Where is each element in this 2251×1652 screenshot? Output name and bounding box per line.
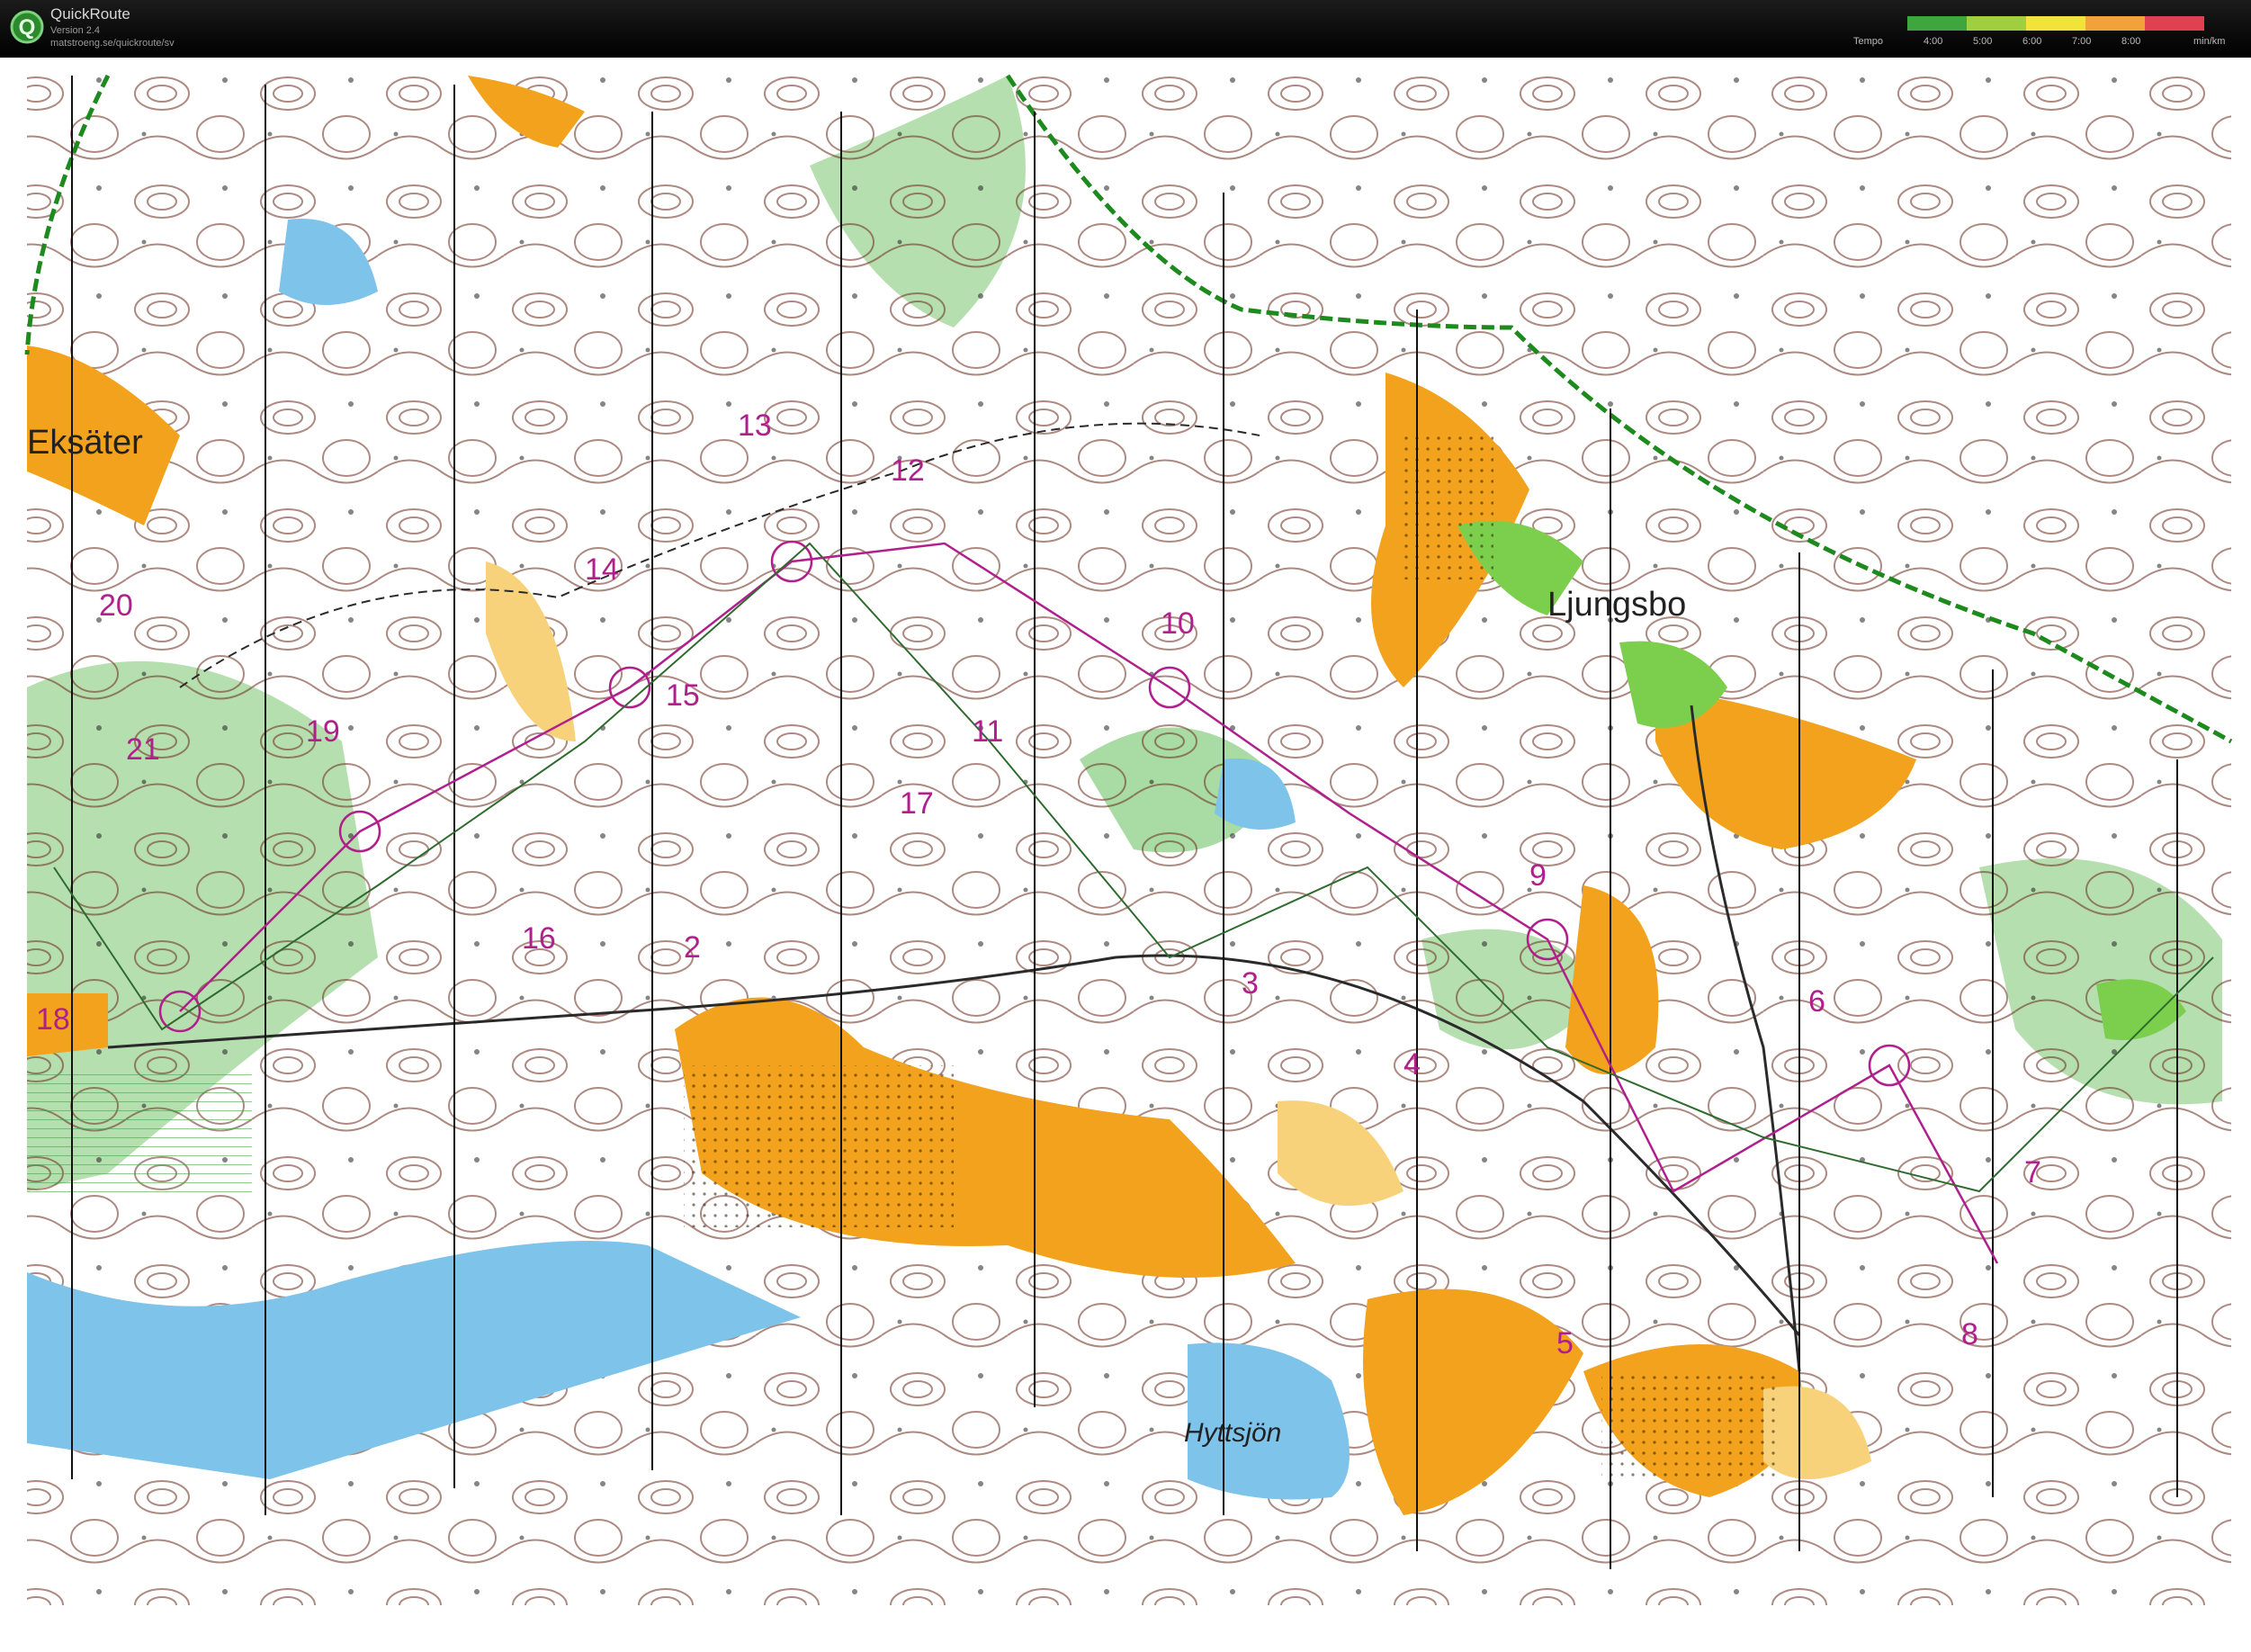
app-name: QuickRoute [50, 5, 130, 22]
legend-tick: 6:00 [2022, 36, 2042, 47]
control-number: 21 [126, 732, 160, 767]
svg-text:Q: Q [19, 15, 36, 40]
legend-unit: min/km [2193, 36, 2226, 47]
place-label-hyttsjon: Hyttsjön [1184, 1418, 1281, 1448]
control-number: 13 [738, 409, 772, 443]
legend-tick: 8:00 [2121, 36, 2141, 47]
control-number: 4 [1404, 1047, 1421, 1082]
control-number: 19 [306, 714, 340, 749]
control-number: 5 [1556, 1326, 1574, 1360]
control-number: 12 [891, 453, 925, 488]
pace-color-segment [2085, 16, 2145, 31]
place-label-eksater: Eksäter [27, 424, 143, 462]
legend-tick: 5:00 [1973, 36, 1993, 47]
control-number: 10 [1161, 606, 1195, 641]
control-number: 14 [585, 552, 619, 587]
control-number: 2 [684, 930, 701, 965]
control-number: 8 [1961, 1317, 1978, 1351]
pace-color-segment [2145, 16, 2204, 31]
control-number: 20 [99, 588, 133, 623]
pace-color-segment [1907, 16, 1967, 31]
control-number: 3 [1242, 966, 1259, 1001]
legend-title: Tempo [1853, 36, 1884, 47]
pace-color-segment [2026, 16, 2085, 31]
legend-tick: 4:00 [1924, 36, 1943, 47]
control-number: 17 [900, 786, 934, 821]
quickroute-logo-icon: Q [10, 10, 44, 44]
pace-color-segment [1967, 16, 2026, 31]
app-header: Q QuickRoute Version 2.4 matstroeng.se/q… [0, 0, 2251, 58]
control-number: 9 [1529, 858, 1547, 893]
app-version: Version 2.4 [50, 25, 101, 36]
orienteering-map[interactable]: 21 20 19 18 17 16 15 14 13 12 11 10 9 8 … [0, 58, 2251, 1652]
control-number: 15 [666, 678, 700, 713]
legend-tick: 7:00 [2072, 36, 2092, 47]
control-number: 7 [2024, 1155, 2041, 1190]
rough-dots [1601, 1371, 1781, 1479]
control-number: 11 [972, 714, 1003, 749]
pace-color-bar [1907, 16, 2204, 31]
control-number: 16 [522, 921, 556, 956]
place-label-ljungsbo: Ljungsbo [1547, 586, 1686, 624]
pace-legend: Tempo 4:00 5:00 6:00 7:00 8:00 min/km [1853, 16, 2240, 52]
control-number: 18 [36, 1002, 70, 1037]
app-url: matstroeng.se/quickroute/sv [50, 38, 175, 49]
map-sheet [24, 74, 2233, 1605]
rough-dots [684, 1065, 954, 1227]
marsh [27, 1074, 252, 1200]
control-number: 6 [1808, 984, 1825, 1019]
